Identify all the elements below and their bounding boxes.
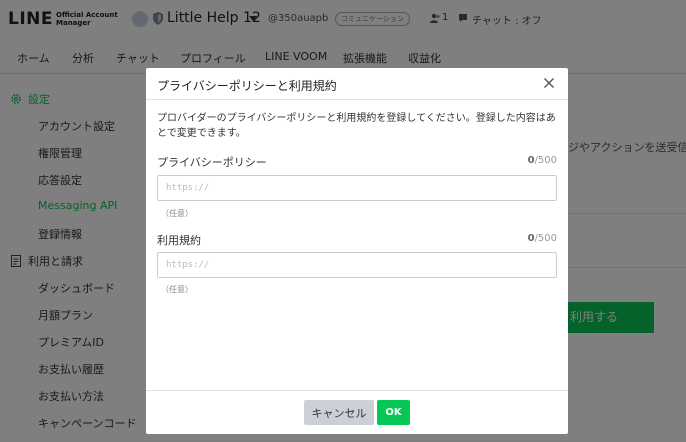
ok-button[interactable]: OK [377,400,410,425]
close-icon[interactable] [543,77,555,89]
privacy-terms-dialog: プライバシーポリシーと利用規約 プロバイダーのプライバシーポリシーと利用規約を登… [146,68,568,434]
cancel-button[interactable]: キャンセル [304,400,374,425]
char-count-max: /500 [534,155,557,166]
privacy-policy-char-count: 0/500 [528,155,557,166]
char-count-current: 0 [527,233,535,244]
privacy-policy-optional-hint: （任意） [161,209,193,218]
dialog-description: プロバイダーのプライバシーポリシーと利用規約を登録してください。登録した内容はあ… [157,113,556,139]
dialog-header: プライバシーポリシーと利用規約 [146,68,568,100]
char-count-max: /500 [534,233,557,244]
privacy-policy-label: プライバシーポリシー [157,156,267,169]
terms-of-use-optional-hint: （任意） [161,285,193,294]
privacy-policy-url-input[interactable] [157,175,557,201]
terms-of-use-char-count: 0/500 [528,233,557,244]
dialog-footer: キャンセル OK [146,390,568,434]
char-count-current: 0 [527,155,535,166]
terms-of-use-url-input[interactable] [157,252,557,278]
terms-of-use-label: 利用規約 [157,234,201,247]
dialog-title: プライバシーポリシーと利用規約 [157,79,337,93]
